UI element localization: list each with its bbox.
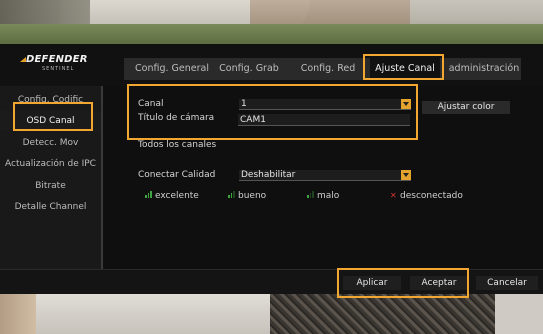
scene-post [0,294,36,334]
signal-bars-icon [145,191,152,198]
conectar-calidad-label: Conectar Calidad [138,170,216,180]
aceptar-button[interactable]: Aceptar [410,276,468,290]
sidebar-item-config-codific[interactable]: Config. Codific [0,90,101,110]
sidebar-item-osd-canal[interactable]: OSD Canal [0,111,101,131]
defender-logo: DEFENDER SENTINEL [20,54,92,80]
channel-settings-dialog: DEFENDER SENTINEL Config. General Config… [0,44,543,294]
titulo-camara-input[interactable]: CAM1 [238,114,410,126]
tab-config-general[interactable]: Config. General [132,58,212,80]
canal-select-value: 1 [241,99,247,109]
canal-select[interactable]: 1 [239,99,411,110]
signal-bars-icon [307,191,314,198]
aplicar-button[interactable]: Aplicar [343,276,401,290]
tab-administracion[interactable]: administración [448,58,520,80]
sidebar-item-detalle-channel[interactable]: Detalle Channel [0,197,101,217]
legend-bueno-label: bueno [238,191,267,201]
todos-los-canales-link[interactable]: Todos los canales [138,140,216,150]
tab-config-red[interactable]: Config. Red [296,58,360,80]
scene-house [250,0,410,26]
osd-canal-panel: Canal 1 Ajustar color Título de cámara C… [103,86,543,269]
scene-edge [495,294,543,334]
logo-subtitle: SENTINEL [42,66,75,72]
signal-bars-icon [228,191,235,198]
legend-malo-label: malo [317,191,340,201]
sidebar-item-bitrate[interactable]: Bitrate [0,176,101,196]
canal-label: Canal [138,99,164,109]
disconnected-x-icon: ✕ [390,191,397,200]
sidebar-item-actualizacion-ipc[interactable]: Actualización de IPC [0,154,101,174]
legend-bueno: bueno [228,191,266,201]
conectar-calidad-select[interactable]: Deshabilitar [239,170,411,181]
tab-ajuste-canal[interactable]: Ajuste Canal [370,58,440,80]
scene-lawn [0,24,543,44]
top-tabs: Config. General Config. Grab Config. Red… [124,58,521,80]
logo-brand: DEFENDER [26,54,88,65]
conectar-calidad-value: Deshabilitar [241,170,296,180]
chevron-down-icon[interactable] [401,170,411,180]
dialog-header: DEFENDER SENTINEL Config. General Config… [0,44,543,86]
chevron-down-icon[interactable] [401,99,411,109]
legend-malo: malo [307,191,339,201]
legend-desconectado: ✕ desconectado [390,191,463,201]
sidebar: Config. Codific OSD Canal Detecc. Mov Ac… [0,86,101,269]
cancelar-button[interactable]: Cancelar [476,276,538,290]
scene-walkway [36,294,276,334]
camera-feed-top [0,0,543,44]
tab-config-grab[interactable]: Config. Grab [216,58,282,80]
dialog-footer: Aplicar Aceptar Cancelar [0,269,543,294]
legend-desconectado-label: desconectado [400,191,463,201]
legend-excelente: excelente [145,191,199,201]
titulo-camara-label: Título de cámara [138,113,215,123]
camera-feed-bottom [0,294,543,334]
sidebar-item-detecc-mov[interactable]: Detecc. Mov [0,133,101,153]
ajustar-color-button[interactable]: Ajustar color [422,101,510,114]
legend-excelente-label: excelente [155,191,199,201]
